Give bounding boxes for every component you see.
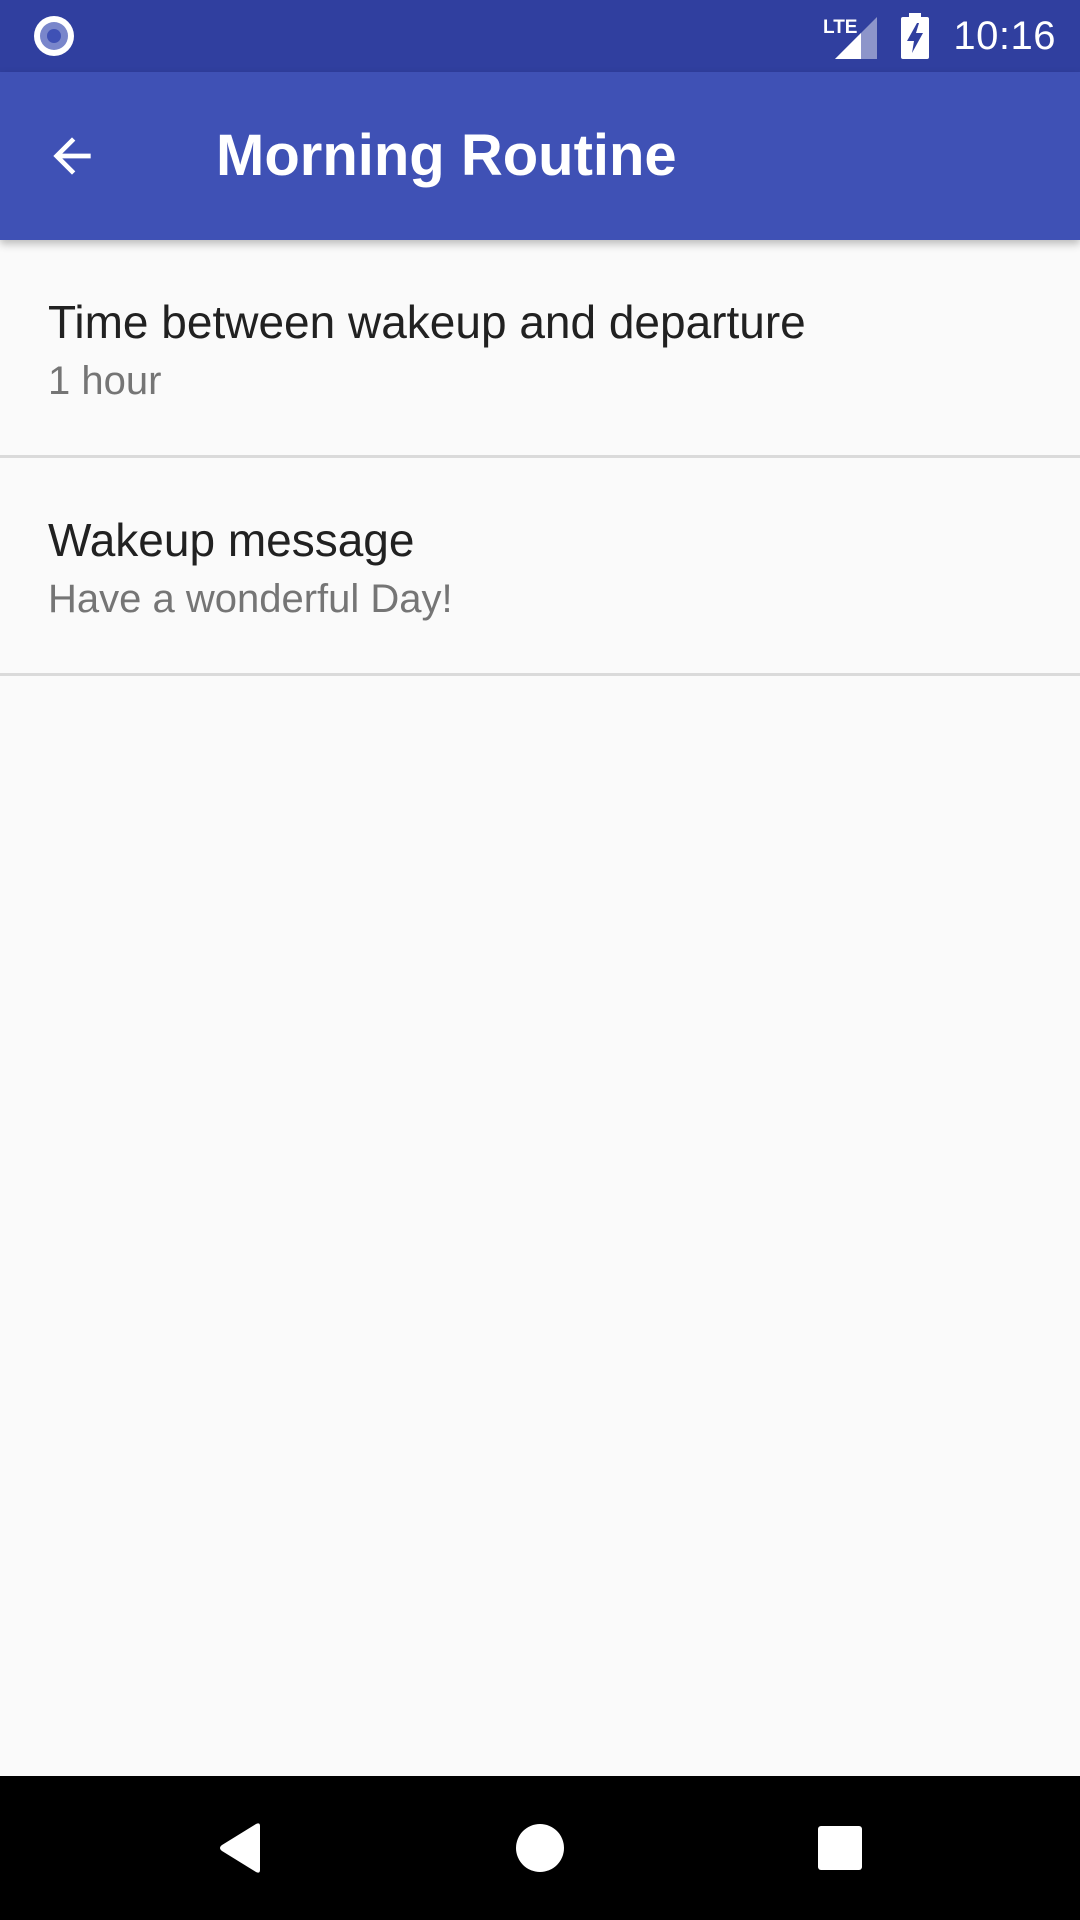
nav-home-icon xyxy=(516,1824,564,1872)
status-time: 10:16 xyxy=(953,14,1056,58)
pref-title: Wakeup message xyxy=(48,514,415,566)
settings-list: Time between wakeup and departure 1 hour… xyxy=(0,240,1080,676)
pref-summary: 1 hour xyxy=(48,359,162,403)
lte-signal-icon: LTE xyxy=(823,13,878,59)
screen: LTE 10:16 Morning Routine Time between w xyxy=(0,0,1080,1920)
pref-wakeup-message[interactable]: Wakeup message Have a wonderful Day! xyxy=(0,458,1080,676)
arrow-back-icon xyxy=(53,137,91,175)
app-bar: Morning Routine xyxy=(0,72,1080,240)
pref-time-between-wakeup-departure[interactable]: Time between wakeup and departure 1 hour xyxy=(0,240,1080,458)
status-icons: LTE 10:16 xyxy=(823,0,1056,72)
lte-label: LTE xyxy=(823,17,857,38)
battery-charging-icon xyxy=(901,13,930,59)
nav-back-icon xyxy=(220,1823,260,1873)
back-button[interactable] xyxy=(24,108,120,204)
nav-back-button[interactable] xyxy=(190,1798,290,1898)
page-title: Morning Routine xyxy=(216,123,677,188)
nav-recents-icon xyxy=(818,1826,862,1870)
notification-circle-icon xyxy=(32,14,76,58)
navigation-bar xyxy=(0,1776,1080,1920)
status-bar: LTE 10:16 xyxy=(0,0,1080,72)
pref-title: Time between wakeup and departure xyxy=(48,296,806,348)
pref-summary: Have a wonderful Day! xyxy=(48,577,453,621)
nav-home-button[interactable] xyxy=(490,1798,590,1898)
nav-recents-button[interactable] xyxy=(790,1798,890,1898)
